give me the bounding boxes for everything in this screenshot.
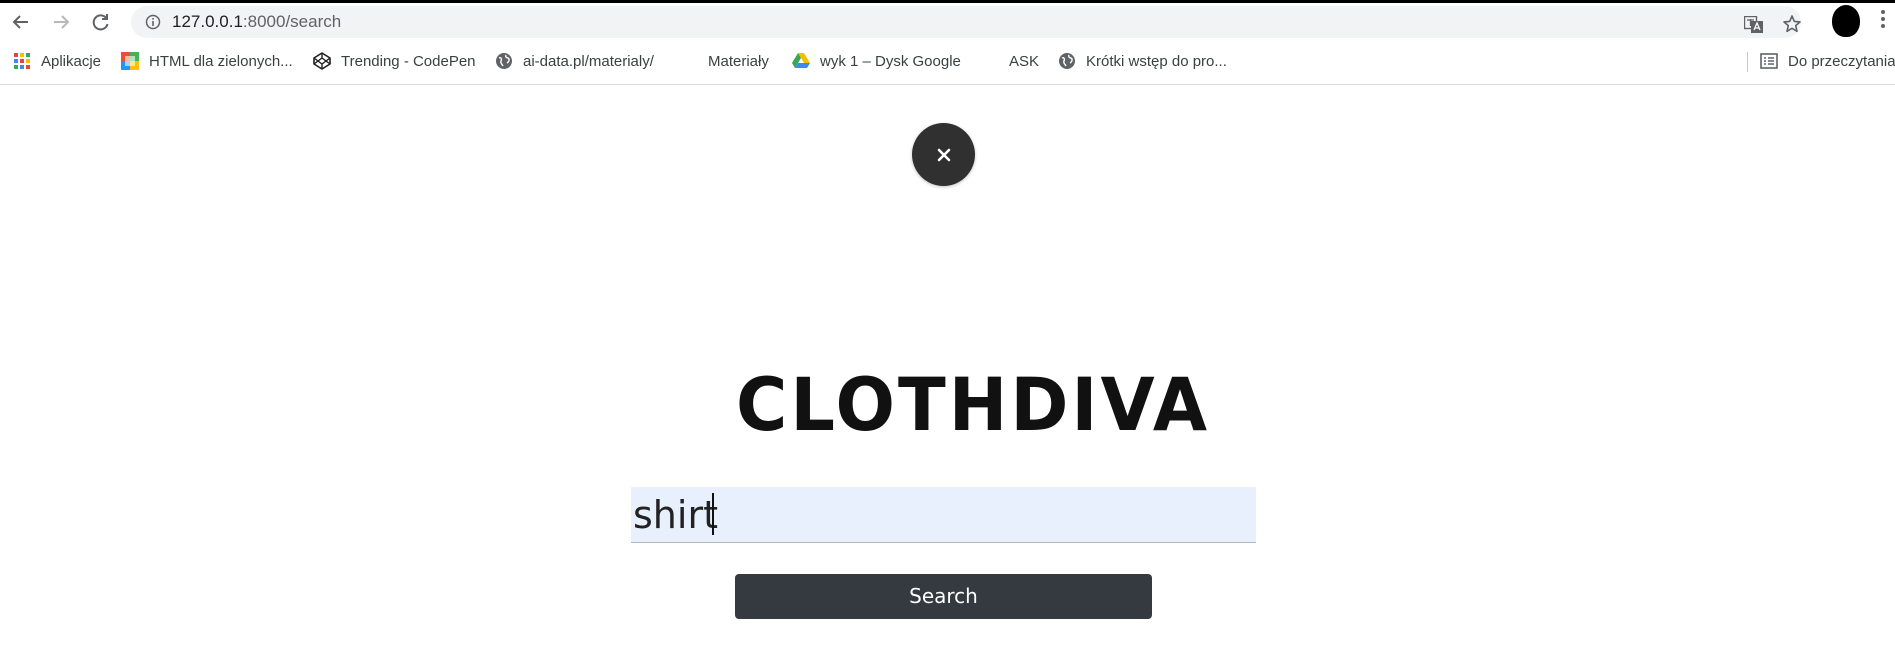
bookmarks-bar: Aplikacje HTML dla zielonych... Trending… [0, 47, 1895, 75]
browser-chrome: 127.0.0.1:8000/search Aplikacje HTML dla… [0, 0, 1895, 85]
reading-list-icon [1760, 52, 1778, 70]
bookmark-label: ASK [1009, 52, 1040, 70]
bookmark-label: HTML dla zielonych... [149, 52, 293, 70]
bookmark-label: Trending - CodePen [341, 52, 476, 70]
bookmark-aplikacje[interactable]: Aplikacje [13, 50, 101, 72]
back-button[interactable] [7, 8, 35, 36]
bookmark-label: Materiały [708, 52, 769, 70]
bookmark-codepen[interactable]: Trending - CodePen [313, 50, 476, 72]
bookmark-label: ai-data.pl/materialy/ [523, 52, 654, 70]
translate-icon[interactable] [1743, 15, 1764, 39]
reload-button[interactable] [87, 8, 115, 36]
bookmark-reading-list[interactable]: Do przeczytania [1760, 50, 1895, 72]
html-book-icon [121, 52, 139, 70]
search-button[interactable]: Search [735, 574, 1152, 619]
back-arrow-icon [12, 15, 28, 29]
brand-logo: CLOTHDIVA [736, 361, 1211, 449]
bookmark-label: Do przeczytania [1788, 52, 1895, 70]
window-top-edge [0, 0, 1895, 3]
apps-grid-icon [13, 52, 31, 70]
bookmark-html-dla-zielonych[interactable]: HTML dla zielonych... [121, 50, 293, 72]
bookmark-krotki-wstep[interactable]: Krótki wstęp do pro... [1058, 50, 1227, 72]
bookmark-wyk-1-dysk-google[interactable]: wyk 1 – Dysk Google [792, 50, 961, 72]
bookmarks-divider [1747, 52, 1748, 72]
forward-arrow-icon [54, 15, 70, 29]
site-info-icon[interactable] [145, 14, 161, 35]
browser-menu-icon[interactable] [1881, 10, 1885, 31]
bookmark-star-icon[interactable] [1782, 14, 1802, 39]
url-text[interactable]: 127.0.0.1:8000/search [172, 12, 341, 32]
reload-icon [92, 14, 109, 31]
codepen-icon [313, 52, 331, 70]
bookmark-label: Aplikacje [41, 52, 102, 70]
bookmark-materialy[interactable]: Materiały [680, 50, 769, 72]
address-bar[interactable]: 127.0.0.1:8000/search [131, 6, 1801, 38]
close-icon [937, 148, 950, 161]
bookmark-ask[interactable]: ASK [981, 50, 1039, 72]
profile-avatar[interactable] [1832, 5, 1860, 37]
globe-icon [495, 52, 513, 70]
url-host: 127.0.0.1 [172, 12, 243, 31]
search-input[interactable] [631, 487, 1256, 543]
blank-icon [981, 52, 999, 70]
forward-button[interactable] [47, 8, 75, 36]
close-search-button[interactable] [912, 123, 975, 186]
globe-icon [1058, 52, 1076, 70]
bookmark-label: Krótki wstęp do pro... [1086, 52, 1227, 70]
text-caret [712, 493, 714, 535]
blank-icon [680, 52, 698, 70]
bookmark-ai-data[interactable]: ai-data.pl/materialy/ [495, 50, 654, 72]
url-path: :8000/search [242, 12, 342, 31]
google-drive-icon [792, 52, 810, 70]
bookmark-label: wyk 1 – Dysk Google [820, 52, 961, 70]
